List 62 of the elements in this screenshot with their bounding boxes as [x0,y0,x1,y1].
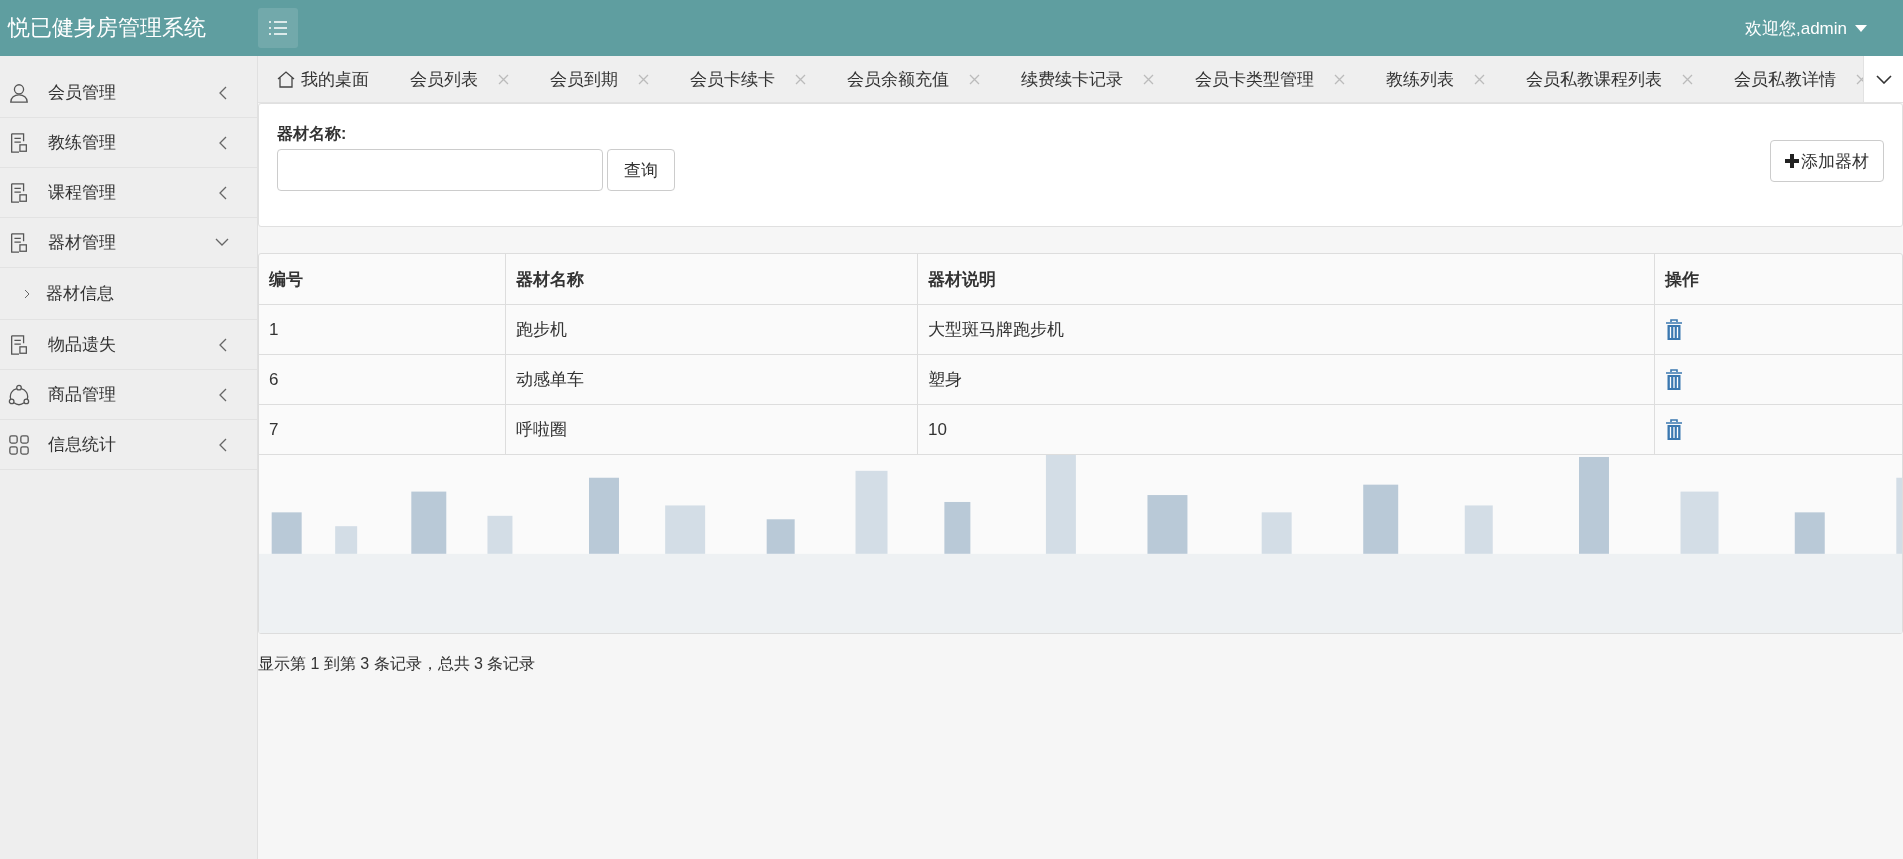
menu-icon [269,21,287,35]
tab[interactable]: 教练列表 [1367,56,1507,102]
trash-icon[interactable] [1665,318,1683,341]
menu-button[interactable] [258,8,298,48]
table-cell: 10 [918,405,1655,454]
column-header: 器材说明 [918,254,1655,304]
home-icon [277,70,295,88]
table-cell: 1 [259,305,506,354]
column-header: 操作 [1663,268,1700,291]
table-cell: 塑身 [918,355,1655,404]
input-field[interactable] [277,149,603,191]
tab[interactable]: 会员到期 [531,56,671,102]
close-icon[interactable] [969,73,980,85]
column-header: 编号 [259,254,506,304]
tab[interactable]: 会员列表 [391,56,531,102]
tab[interactable]: 会员余额充值 [828,56,1002,102]
close-icon[interactable] [498,73,509,85]
table-cell: 6 [259,355,506,404]
chevron-down-icon [1875,75,1892,84]
sidebar-item[interactable]: 器材管理 [0,218,257,268]
close-icon[interactable] [638,73,649,85]
share-icon [8,383,30,406]
sidebar-item[interactable]: 信息统计 [0,420,257,470]
plus-icon [1785,154,1799,168]
trash-icon[interactable] [1665,418,1683,441]
add-button[interactable]: 添加器材 [1770,140,1884,182]
table-cell: 动感单车 [506,355,918,404]
sidebar-item[interactable]: 会员管理 [0,68,257,118]
tab[interactable]: 会员卡类型管理 [1176,56,1367,102]
tabs-dropdown-button[interactable] [1863,56,1903,102]
sidebar-item[interactable]: 教练管理 [0,118,257,168]
table-cell: 跑步机 [506,305,918,354]
tab[interactable]: 续费续卡记录 [1002,56,1176,102]
grid-icon [8,433,30,456]
field-label: 器材名称: [277,124,348,144]
search-button[interactable]: 查询 [607,149,675,191]
document-icon [8,333,30,356]
sidebar-subitem[interactable]: 器材信息 [0,268,257,320]
document-icon [8,131,30,154]
document-icon [8,181,30,204]
table-cell: 7 [259,405,506,454]
sidebar-item[interactable]: 课程管理 [0,168,257,218]
tab[interactable]: 会员私教课程列表 [1507,56,1715,102]
table-cell: 大型斑马牌跑步机 [918,305,1655,354]
close-icon[interactable] [1334,73,1345,85]
close-icon[interactable] [1682,73,1693,85]
close-icon[interactable] [1474,73,1485,85]
document-icon [8,231,30,254]
close-icon[interactable] [795,73,806,85]
column-header: 器材名称 [506,254,918,304]
chevron-right-icon [24,288,30,299]
table-cell: 呼啦圈 [506,405,918,454]
trash-icon[interactable] [1665,368,1683,391]
caret-icon [1855,24,1867,32]
sidebar-item[interactable]: 商品管理 [0,370,257,420]
app-title: 悦已健身房管理系统 [8,14,207,42]
close-icon[interactable] [1143,73,1154,85]
pagination-info: 显示第 1 到第 3 条记录，总共 3 条记录 [258,654,537,674]
sidebar-item[interactable]: 物品遗失 [0,320,257,370]
tab[interactable]: 会员卡续卡 [671,56,828,102]
tab[interactable]: 我的桌面 [258,56,391,102]
user-icon [8,81,30,104]
